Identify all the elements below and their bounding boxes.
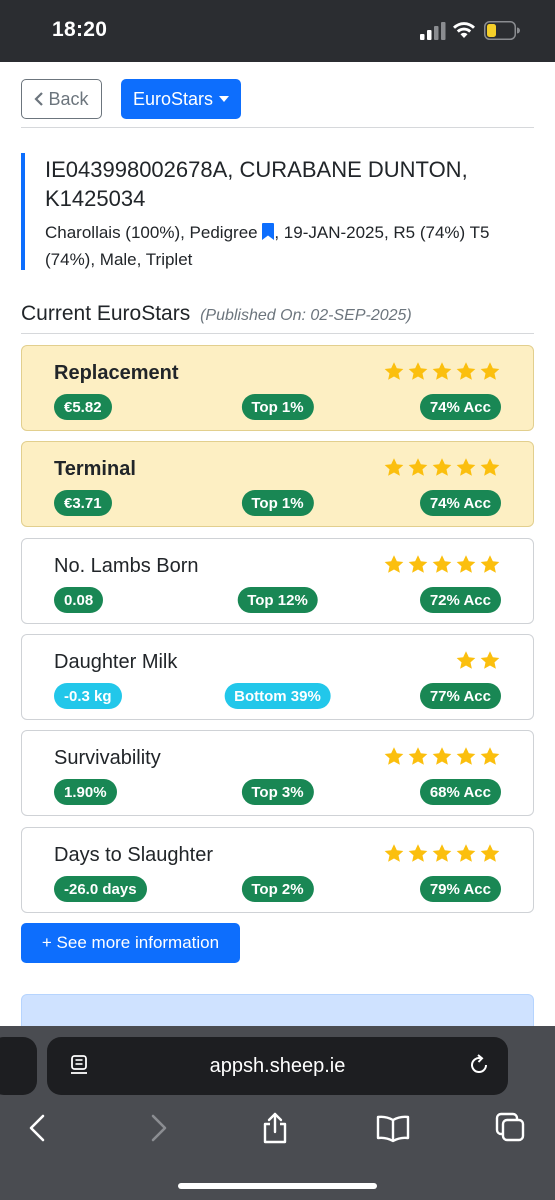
trait-rank-badge: Top 3% [241,779,314,805]
star-icon [480,362,500,380]
tabs-icon[interactable] [493,1110,529,1146]
star-icon [456,651,476,669]
cellular-signal-icon [420,22,446,40]
star-icon [432,747,452,765]
trait-card-daughter-milk: Daughter Milk -0.3 kg Bottom 39% 77% Acc [21,634,534,720]
trait-value-badge: -0.3 kg [54,683,122,709]
trait-card-terminal: Terminal €3.71 Top 1% 74% Acc [21,441,534,527]
star-icon [408,362,428,380]
status-time: 18:20 [52,18,108,41]
trait-name: No. Lambs Born [54,555,199,577]
trait-rank-badge: Bottom 39% [224,683,331,709]
star-icon [432,362,452,380]
star-rating [455,649,501,671]
trait-name: Days to Slaughter [54,844,213,866]
star-icon [432,458,452,476]
trait-card-lambs-born: No. Lambs Born 0.08 Top 12% 72% Acc [21,538,534,624]
star-icon [480,747,500,765]
trait-value-badge: €5.82 [54,394,112,420]
eurostars-dropdown-label: EuroStars [132,88,214,109]
animal-meta-breed: Charollais (100%), Pedigree [45,223,258,242]
see-more-button[interactable]: + See more information [21,923,240,963]
address-bar[interactable]: appsh.sheep.ie [47,1037,508,1095]
star-icon [456,458,476,476]
star-icon [384,844,404,862]
trait-value-badge: 0.08 [54,587,104,613]
trait-card-replacement: Replacement €5.82 Top 1% 74% Acc [21,345,534,431]
star-icon [456,362,476,380]
star-icon [384,555,404,573]
published-date: (Published On: 02-SEP-2025) [200,307,412,324]
bookmark-icon [262,223,275,240]
trait-accuracy-badge: 74% Acc [419,490,501,516]
trait-name: Daughter Milk [54,651,178,673]
trait-value-badge: €3.71 [54,490,112,516]
trait-card-survivability: Survivability 1.90% Top 3% 68% Acc [21,730,534,816]
back-button-label: Back [48,88,89,109]
animal-meta: Charollais (100%), Pedigree , 19-JAN-202… [45,219,534,273]
star-icon [384,362,404,380]
animal-summary: IE043998002678A, CURABANE DUNTON, K14250… [21,153,534,270]
trait-value-badge: -26.0 days [54,876,147,902]
trait-rank-badge: Top 1% [241,490,314,516]
trait-accuracy-badge: 79% Acc [419,876,501,902]
trait-accuracy-badge: 74% Acc [419,394,501,420]
share-icon[interactable] [257,1110,293,1146]
star-rating [383,842,501,864]
trait-accuracy-badge: 68% Acc [419,779,501,805]
trait-rank-badge: Top 12% [237,587,318,613]
star-rating [383,456,501,478]
star-icon [432,555,452,573]
trait-rank-badge: Top 2% [241,876,314,902]
star-rating [383,745,501,767]
section-title: Current EuroStars [21,302,191,325]
animal-title: IE043998002678A, CURABANE DUNTON, K14250… [45,157,468,211]
trait-name: Replacement [54,362,179,384]
chevron-left-icon [34,92,44,106]
section-header: Current EuroStars (Published On: 02-SEP-… [21,302,534,326]
star-icon [456,844,476,862]
trait-accuracy-badge: 77% Acc [419,683,501,709]
back-button[interactable]: Back [21,79,102,119]
caret-down-icon [219,96,230,102]
trait-rank-badge: Top 1% [241,394,314,420]
star-icon [408,458,428,476]
status-bar: 18:20 [0,0,555,62]
trait-name: Survivability [54,747,161,769]
star-icon [408,555,428,573]
url-text: appsh.sheep.ie [209,1055,346,1077]
divider [21,127,534,128]
trait-value-badge: 1.90% [54,779,117,805]
star-icon [456,747,476,765]
star-icon [432,844,452,862]
home-indicator[interactable] [178,1183,377,1189]
star-icon [480,458,500,476]
eurostars-dropdown-button[interactable]: EuroStars [121,79,241,119]
star-icon [456,555,476,573]
browser-forward-icon[interactable] [140,1110,176,1146]
star-rating [383,360,501,382]
battery-icon [484,21,520,40]
star-rating [383,553,501,575]
wifi-icon [453,22,475,38]
star-icon [384,747,404,765]
trait-name: Terminal [54,458,136,480]
star-icon [480,651,500,669]
star-icon [408,747,428,765]
star-icon [480,844,500,862]
trait-accuracy-badge: 72% Acc [419,587,501,613]
star-icon [408,844,428,862]
reload-icon[interactable] [468,1054,490,1076]
browser-back-icon[interactable] [20,1110,56,1146]
divider [21,333,534,334]
star-icon [480,555,500,573]
trait-card-days-to-slaughter: Days to Slaughter -26.0 days Top 2% 79% … [21,827,534,913]
previous-tab-preview[interactable] [0,1037,37,1095]
bookmarks-icon[interactable] [375,1110,411,1146]
star-icon [384,458,404,476]
